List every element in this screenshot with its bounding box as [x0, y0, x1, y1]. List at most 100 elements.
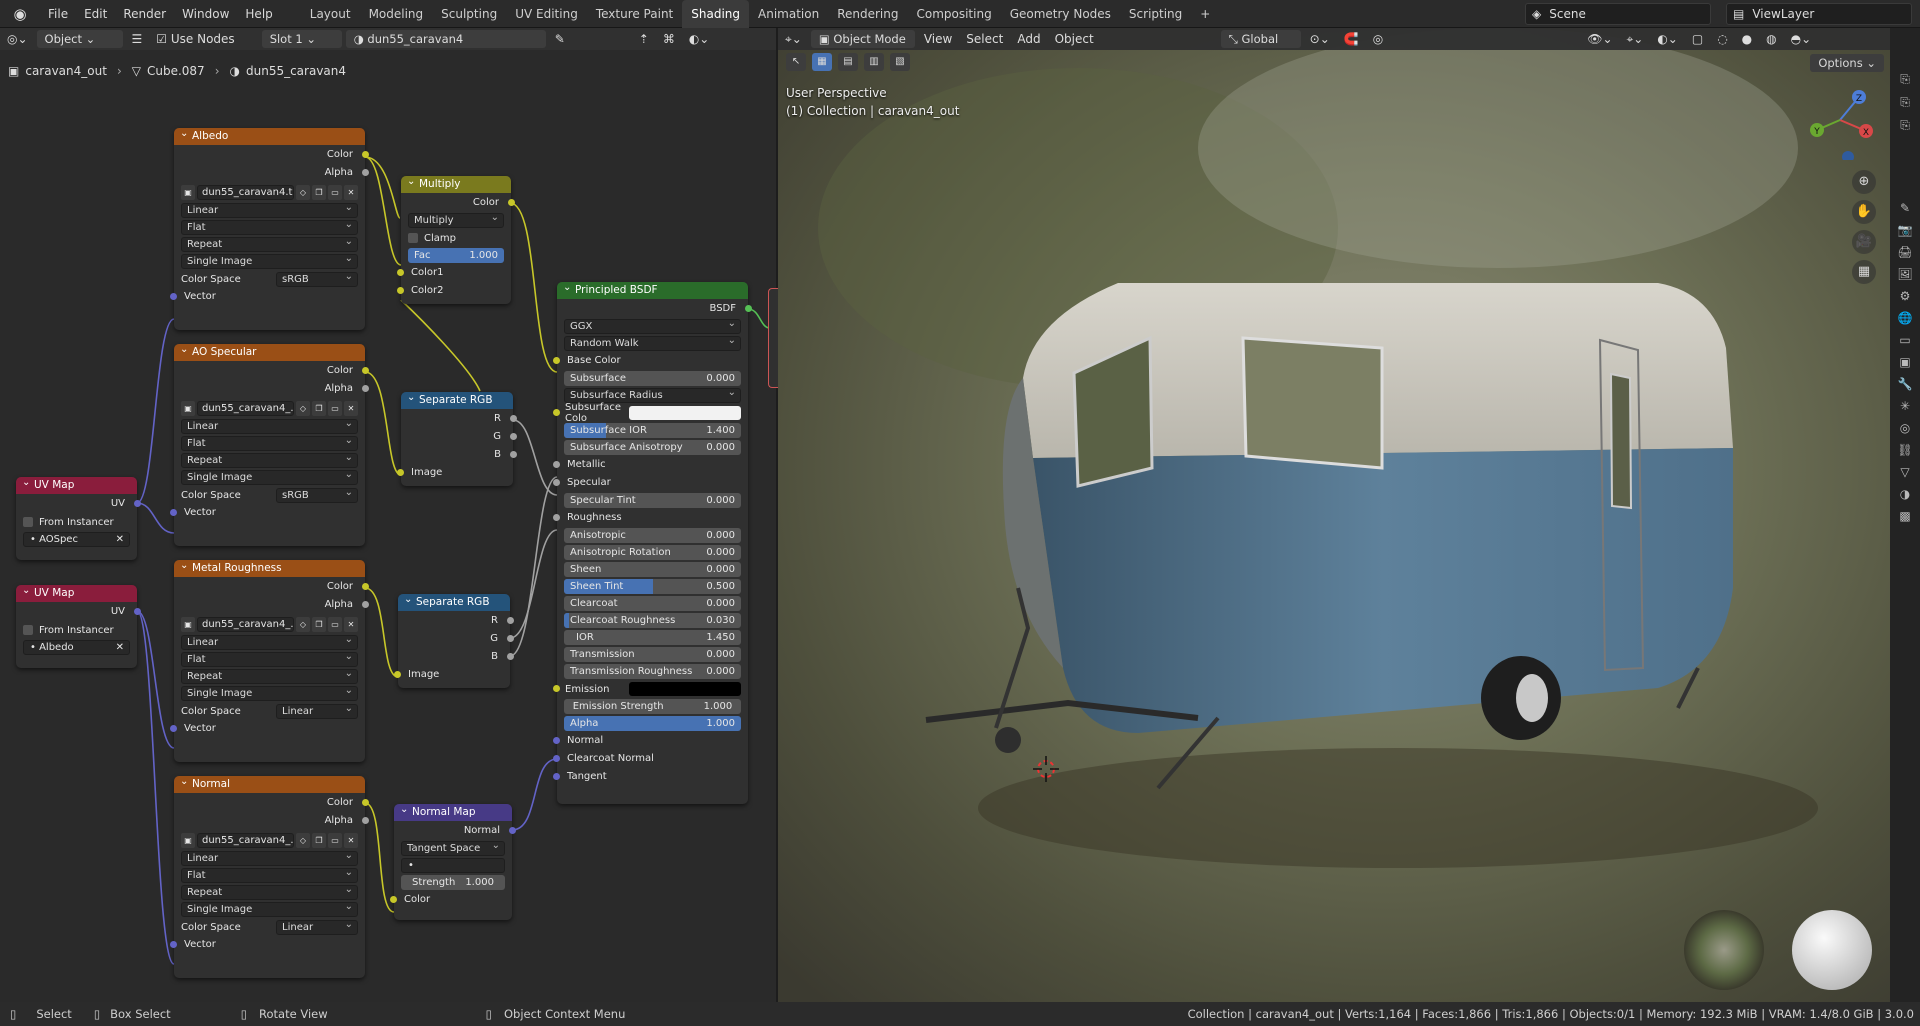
node-header[interactable]: AO Specular [174, 341, 365, 361]
socket-color-out[interactable]: Color [401, 195, 515, 211]
node-header[interactable]: Principled BSDF [557, 279, 748, 299]
checkbox-box[interactable] [23, 517, 33, 527]
socket-alpha-out[interactable]: Alpha [174, 597, 369, 613]
extension-dropdown[interactable]: Repeat [181, 451, 358, 468]
node-header[interactable]: Multiply [401, 173, 511, 193]
projection-dropdown[interactable]: Flat [181, 218, 358, 235]
socket-dot[interactable] [362, 583, 369, 590]
add-workspace-button[interactable]: + [1191, 0, 1219, 28]
editor-type-icon[interactable]: ⌖⌄ [778, 32, 809, 47]
subsurface-color-field[interactable]: Subsurface Colo [553, 402, 748, 424]
node-separate-rgb-metal[interactable]: Separate RGB R G B Image [394, 591, 514, 688]
socket-dot[interactable] [510, 451, 517, 458]
tab-compositing[interactable]: Compositing [907, 0, 1000, 28]
subsurface-slider[interactable]: Subsurface 0.000 [564, 371, 741, 386]
node-header[interactable]: Albedo [174, 125, 365, 145]
socket-color1-in[interactable]: Color1 [397, 265, 511, 281]
socket-dot[interactable] [362, 385, 369, 392]
socket-normal-out[interactable]: Normal [394, 823, 516, 839]
projection-dropdown[interactable]: Flat [181, 866, 358, 883]
constraints-icon[interactable]: ⛓ [1897, 443, 1912, 457]
tab-uv-editing[interactable]: UV Editing [506, 0, 587, 28]
strength-slider[interactable]: Strength 1.000 [401, 875, 505, 890]
data-icon[interactable]: ▽ [1900, 465, 1909, 479]
menu-render[interactable]: Render [115, 0, 174, 28]
subsurface-method-dropdown[interactable]: Random Walk [564, 334, 741, 351]
tab-animation[interactable]: Animation [749, 0, 828, 28]
pivot-icon[interactable]: ⊙⌄ [1303, 32, 1337, 46]
node-header[interactable]: Separate RGB [398, 591, 510, 611]
socket-color-out[interactable]: Color [174, 579, 369, 595]
socket-dot[interactable] [553, 461, 560, 468]
color-space-dropdown[interactable]: sRGB [276, 270, 358, 287]
checkbox-box[interactable] [408, 233, 418, 243]
navigation-gizmo[interactable]: Z X Y [1800, 80, 1880, 160]
socket-metallic[interactable]: Metallic [553, 457, 748, 473]
node-header[interactable]: UV Map [16, 474, 137, 494]
socket-dot[interactable] [397, 269, 404, 276]
socket-specular[interactable]: Specular [553, 475, 748, 491]
socket-dot[interactable] [170, 725, 177, 732]
interpolation-dropdown[interactable]: Linear [181, 201, 358, 218]
image-icon[interactable]: ▣ [181, 832, 195, 848]
mode-dropdown[interactable]: ▣ Object Mode [810, 30, 915, 48]
socket-dot[interactable] [507, 617, 514, 624]
socket-dot[interactable] [507, 635, 514, 642]
source-dropdown[interactable]: Single Image [181, 684, 358, 701]
close-icon[interactable]: ✕ [344, 184, 358, 200]
select-invert-icon[interactable]: ▧ [890, 53, 910, 71]
socket-dot[interactable] [134, 608, 141, 615]
socket-r-out[interactable]: R [401, 411, 517, 427]
select-new-icon[interactable]: ▦ [812, 53, 832, 71]
fake-user-icon[interactable]: ◇ [296, 616, 310, 632]
socket-tangent[interactable]: Tangent [553, 769, 748, 785]
socket-uv-out[interactable]: UV [16, 604, 141, 620]
socket-bsdf-out[interactable]: BSDF [557, 301, 752, 317]
clearcoat-roughness-slider[interactable]: Clearcoat Roughness 0.030 [564, 613, 741, 628]
duplicate-icon[interactable]: ❐ [312, 400, 326, 416]
node-albedo[interactable]: Albedo Color Alpha ▣dun55_caravan4.t...◇… [170, 125, 369, 330]
image-name[interactable]: dun55_caravan4_... [197, 832, 294, 848]
3d-viewport[interactable]: ⌖⌄ ▣ Object Mode View Select Add Object … [778, 28, 1890, 1002]
proportional-edit-icon[interactable]: ◎ [1366, 32, 1390, 46]
uv-map-field[interactable]: • [401, 858, 505, 873]
viewlayer-selector[interactable]: ▤ ViewLayer [1726, 3, 1912, 25]
tab-shading[interactable]: Shading [682, 0, 749, 28]
socket-g-out[interactable]: G [401, 429, 517, 445]
socket-dot[interactable] [170, 293, 177, 300]
socket-uv-out[interactable]: UV [16, 496, 141, 512]
socket-color-out[interactable]: Color [174, 363, 369, 379]
socket-color-out[interactable]: Color [174, 795, 369, 811]
socket-image-in[interactable]: Image [394, 667, 510, 683]
menu-help[interactable]: Help [237, 0, 280, 28]
specular-tint-slider[interactable]: Specular Tint 0.000 [564, 493, 741, 508]
output-properties-icon[interactable]: 🖨 [1897, 245, 1912, 259]
clearcoat-slider[interactable]: Clearcoat 0.000 [564, 596, 741, 611]
interpolation-dropdown[interactable]: Linear [181, 417, 358, 434]
node-normal-map[interactable]: Normal Map Normal Tangent Space • Streng… [390, 801, 516, 920]
subsurface-radius-dropdown[interactable]: Subsurface Radius [564, 386, 741, 403]
socket-dot[interactable] [394, 671, 401, 678]
socket-g-out[interactable]: G [398, 631, 514, 647]
socket-dot[interactable] [553, 409, 560, 416]
socket-dot[interactable] [553, 773, 560, 780]
socket-alpha-out[interactable]: Alpha [174, 165, 369, 181]
menu-file[interactable]: File [40, 0, 76, 28]
clear-icon[interactable]: ✕ [116, 641, 124, 654]
socket-dot[interactable] [362, 799, 369, 806]
socket-dot[interactable] [553, 685, 560, 692]
world-properties-icon[interactable]: 🌐 [1898, 311, 1913, 325]
from-instancer-checkbox[interactable]: From Instancer [23, 622, 130, 638]
options-dropdown[interactable]: Options ⌄ [1810, 54, 1884, 72]
transmission-roughness-slider[interactable]: Transmission Roughness 0.000 [564, 664, 741, 679]
material-properties-icon[interactable]: ◑ [1900, 487, 1910, 501]
tab-layout[interactable]: Layout [301, 0, 360, 28]
socket-alpha-out[interactable]: Alpha [174, 381, 369, 397]
socket-dot[interactable] [510, 433, 517, 440]
image-selector[interactable]: ▣ dun55_caravan4_... ◇ ❐ ▭ ✕ [181, 832, 358, 848]
socket-dot[interactable] [397, 469, 404, 476]
interpolation-dropdown[interactable]: Linear [181, 633, 358, 650]
fake-user-icon[interactable]: ◇ [296, 832, 310, 848]
node-header[interactable]: Normal [174, 773, 365, 793]
node-header[interactable]: Metal Roughness [174, 557, 365, 577]
